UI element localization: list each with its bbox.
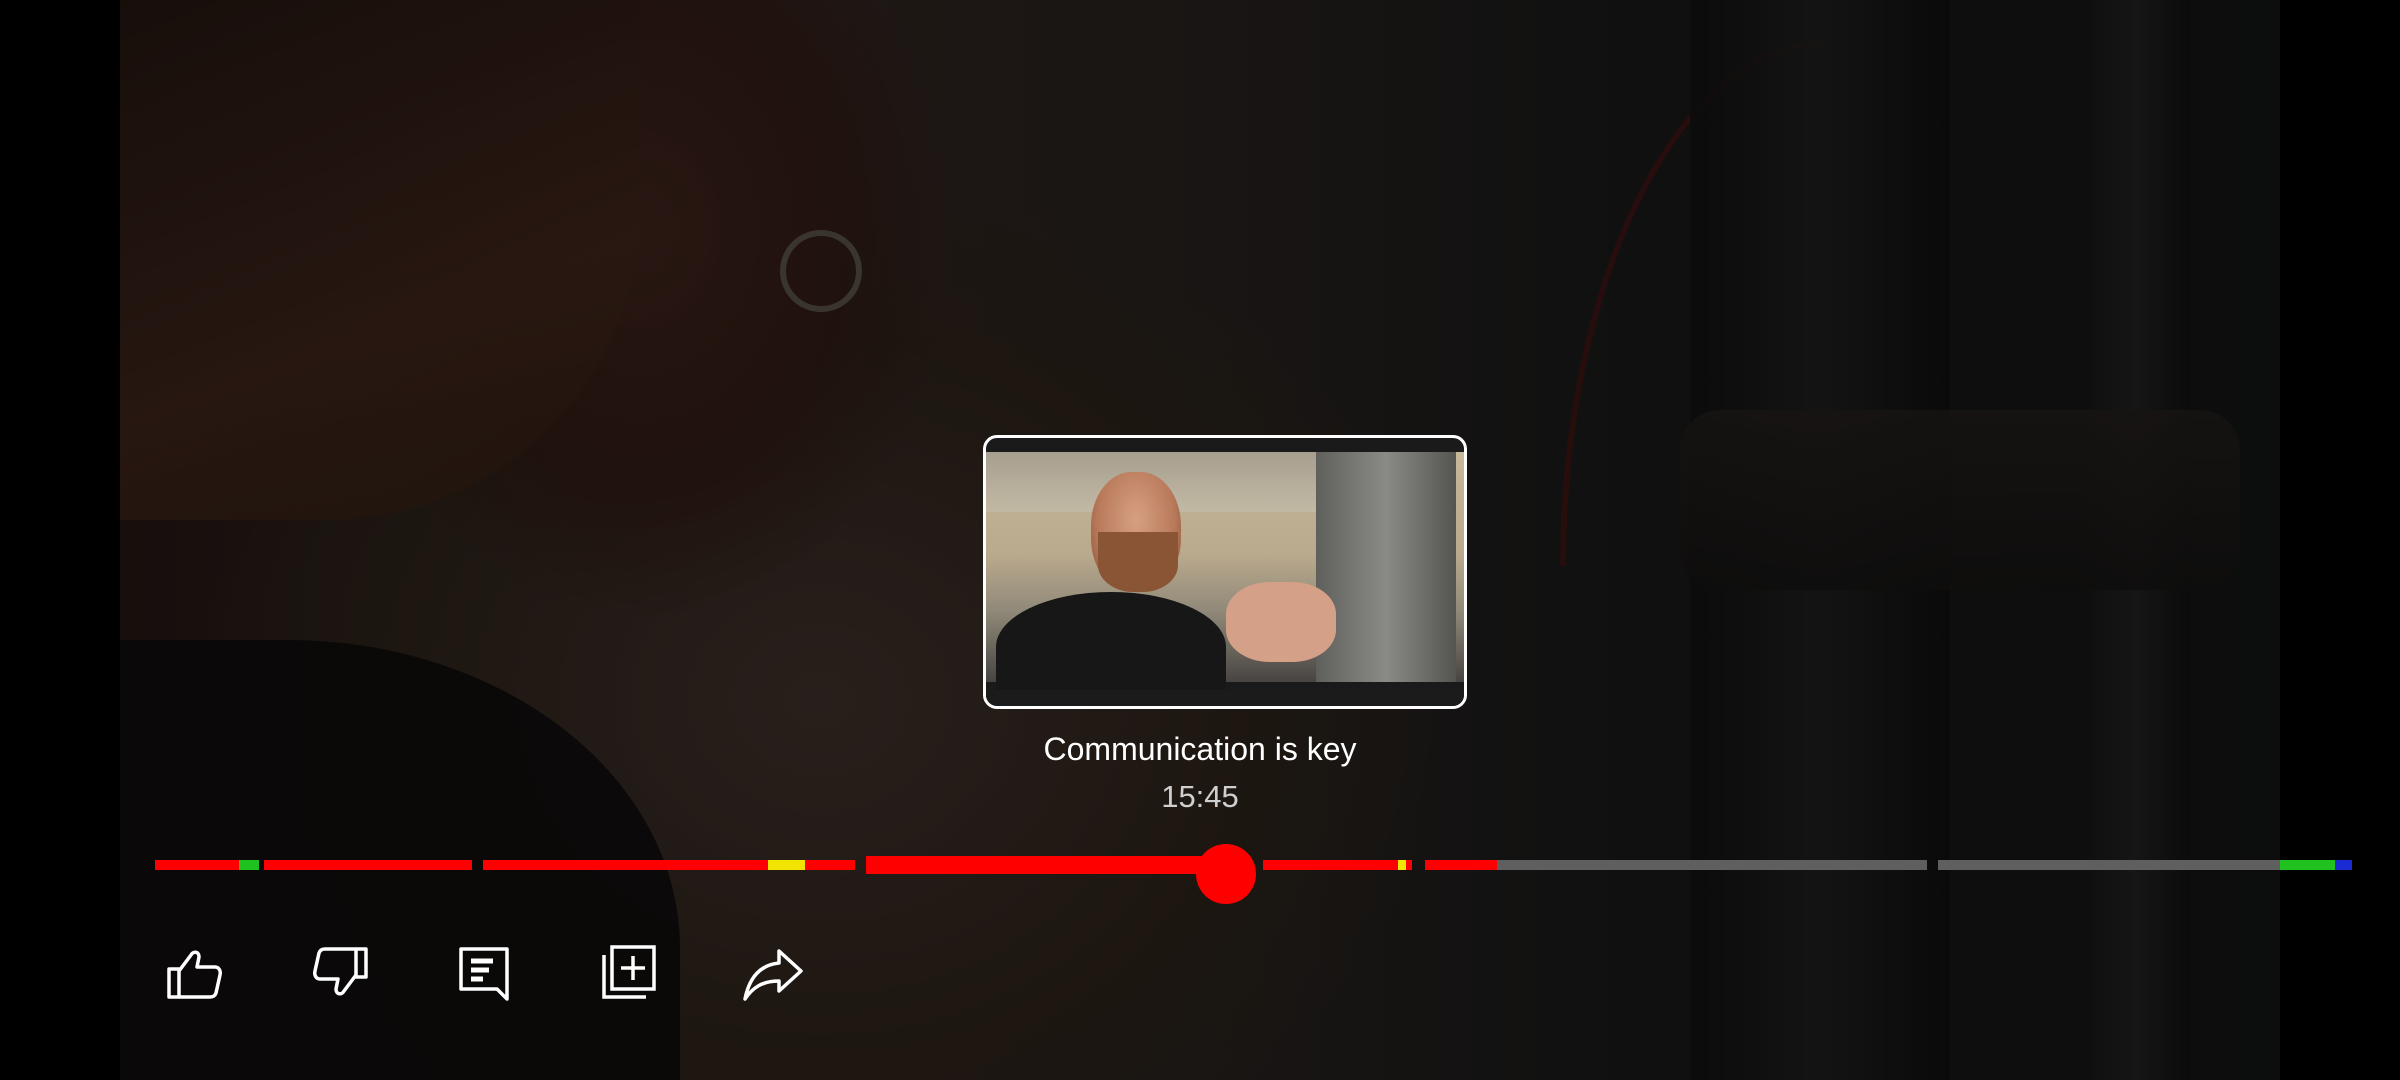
preview-timestamp: 15:45 [1161, 779, 1239, 814]
thumbs-down-icon [308, 941, 372, 1010]
chapter-highlight [1398, 860, 1406, 870]
chapter-title: Communication is key [1043, 731, 1357, 767]
seek-preview-thumbnail [983, 435, 1467, 709]
video-player[interactable]: Communication is key 15:45 [0, 0, 2400, 1080]
comment-icon [453, 941, 517, 1010]
chapter-segment-played[interactable] [155, 860, 239, 870]
chapter-highlight [2335, 860, 2352, 870]
chapter-highlight [2280, 860, 2335, 870]
chapter-segment-unplayed[interactable] [1938, 860, 2280, 870]
chapter-segment-played[interactable] [1263, 860, 1398, 870]
chapter-segment-played[interactable] [483, 860, 768, 870]
chapter-highlight [239, 860, 259, 870]
add-to-playlist-icon [596, 941, 660, 1010]
chapter-segment-played[interactable] [805, 860, 855, 870]
chapter-segment-unplayed[interactable] [1497, 860, 1927, 870]
thumbnail-image [986, 452, 1464, 702]
share-button[interactable] [733, 935, 813, 1015]
share-icon [741, 941, 805, 1010]
scrubber-handle[interactable] [1196, 844, 1256, 904]
comments-button[interactable] [445, 935, 525, 1015]
chapter-segment-played[interactable] [264, 860, 472, 870]
chapter-segment-played[interactable] [1425, 860, 1497, 870]
save-to-playlist-button[interactable] [588, 935, 668, 1015]
chapter-segment-played[interactable] [1406, 860, 1412, 870]
thumbs-up-icon [163, 941, 227, 1010]
like-button[interactable] [155, 935, 235, 1015]
chapter-highlight [768, 860, 805, 870]
seek-bar[interactable] [0, 840, 2400, 904]
chapter-segment-active[interactable] [866, 856, 1226, 874]
dislike-button[interactable] [300, 935, 380, 1015]
